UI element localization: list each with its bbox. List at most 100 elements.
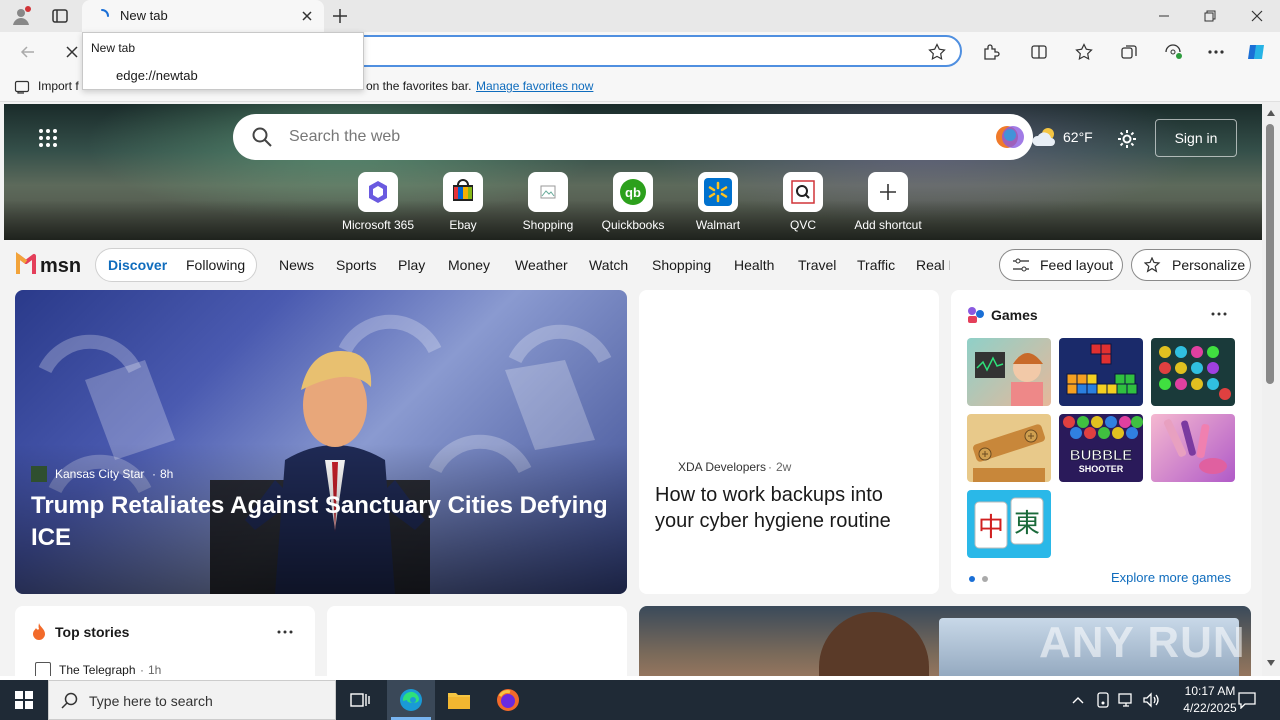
taskbar-search-box[interactable]: Type here to search	[48, 680, 336, 720]
xda-headline[interactable]: How to work backups into your cyber hygi…	[655, 482, 925, 534]
carousel-dot-active[interactable]	[969, 576, 975, 582]
task-view-icon[interactable]	[336, 680, 384, 720]
nav-weather[interactable]: Weather	[515, 257, 568, 273]
nav-watch[interactable]: Watch	[589, 257, 628, 273]
svg-text:msn: msn	[40, 255, 81, 277]
nav-traffic[interactable]: Traffic	[857, 257, 895, 273]
apps-launcher-icon[interactable]	[38, 128, 58, 148]
shortcut-qvc[interactable]: QVC	[760, 172, 846, 232]
shortcut-shopping[interactable]: Shopping	[505, 172, 591, 232]
nav-money[interactable]: Money	[448, 257, 490, 273]
main-story-card[interactable]: Kansas City Star · 8h Trump Retaliates A…	[15, 290, 627, 594]
bottom-story-card[interactable]: ANY RUN	[639, 606, 1251, 676]
more-options-icon[interactable]	[1204, 40, 1228, 64]
taskbar-search-placeholder: Type here to search	[89, 693, 213, 709]
notifications-icon[interactable]	[1238, 691, 1256, 709]
manage-favorites-link[interactable]: Manage favorites now	[476, 79, 593, 93]
personalize-label: Personalize	[1172, 257, 1246, 273]
microsoft365-icon	[358, 172, 398, 212]
feed-layout-button[interactable]: Feed layout	[999, 249, 1123, 281]
top-stories-title[interactable]: Top stories	[55, 624, 129, 640]
copilot-search-icon[interactable]	[995, 123, 1025, 151]
shortcut-ebay[interactable]: Ebay	[420, 172, 506, 232]
game-tile-wood-screw[interactable]	[967, 414, 1051, 482]
scrollbar-thumb[interactable]	[1266, 124, 1274, 384]
plus-icon	[868, 172, 908, 212]
game-tile-doctor[interactable]	[967, 338, 1051, 406]
shopping-icon	[528, 172, 568, 212]
start-button[interactable]	[0, 680, 48, 720]
msn-logo[interactable]: msn	[16, 250, 82, 278]
weather-temp[interactable]: 62°F	[1063, 129, 1093, 145]
suggestion-url[interactable]: edge://newtab	[116, 68, 198, 83]
import-favorites-label[interactable]: Import f	[38, 79, 79, 93]
edge-taskbar-icon[interactable]	[387, 680, 435, 720]
profile-icon[interactable]	[10, 5, 32, 27]
nav-health[interactable]: Health	[734, 257, 774, 273]
xda-source[interactable]: XDA Developers	[678, 460, 766, 474]
close-tab-icon[interactable]	[300, 9, 314, 23]
copilot-icon[interactable]	[1245, 40, 1269, 64]
shortcut-walmart[interactable]: Walmart	[675, 172, 761, 232]
shortcut-microsoft365[interactable]: Microsoft 365	[335, 172, 421, 232]
network-icon[interactable]	[1118, 692, 1136, 708]
scroll-up-arrow-icon[interactable]	[1267, 110, 1275, 116]
new-tab-button[interactable]	[330, 6, 350, 26]
tab-title: New tab	[120, 8, 168, 23]
story-source[interactable]: Kansas City Star	[55, 467, 144, 481]
minimize-button[interactable]	[1141, 0, 1187, 32]
games-more-icon[interactable]	[1211, 312, 1227, 316]
xda-story-card[interactable]: XDA Developers · 2w How to work backups …	[639, 290, 939, 594]
shortcut-label: QVC	[789, 218, 816, 232]
tab-following[interactable]: Following	[186, 257, 245, 273]
nav-sports[interactable]: Sports	[336, 257, 376, 273]
nav-shopping[interactable]: Shopping	[652, 257, 711, 273]
sign-in-button[interactable]: Sign in	[1155, 119, 1237, 157]
game-tile-jewels[interactable]	[1151, 338, 1235, 406]
game-tile-makeup[interactable]	[1151, 414, 1235, 482]
scroll-down-arrow-icon[interactable]	[1267, 660, 1275, 666]
nav-play[interactable]: Play	[398, 257, 425, 273]
carousel-dot[interactable]	[982, 576, 988, 582]
stop-loading-icon[interactable]	[60, 40, 84, 64]
shortcut-quickbooks[interactable]: qb Quickbooks	[590, 172, 676, 232]
collections-icon[interactable]	[1117, 40, 1141, 64]
tab-new-tab[interactable]: New tab	[82, 0, 324, 32]
web-search-box[interactable]: Search the web	[233, 114, 1033, 160]
back-arrow-icon[interactable]	[16, 40, 40, 64]
volume-icon[interactable]	[1142, 692, 1160, 708]
nav-travel[interactable]: Travel	[798, 257, 836, 273]
game-tile-bubble-shooter[interactable]: BUBBLE SHOOTER	[1059, 414, 1143, 482]
story-headline[interactable]: Trump Retaliates Against Sanctuary Citie…	[31, 490, 611, 554]
games-title[interactable]: Games	[991, 307, 1038, 323]
shortcut-add[interactable]: Add shortcut	[845, 172, 931, 232]
tab-discover[interactable]: Discover	[108, 257, 167, 273]
tab-actions-icon[interactable]	[50, 6, 70, 26]
game-tile-mahjong[interactable]: 中 東	[967, 490, 1051, 558]
page-scrollbar[interactable]	[1262, 102, 1280, 676]
performance-icon[interactable]	[1161, 40, 1185, 64]
game-tile-block-puzzle[interactable]	[1059, 338, 1143, 406]
personalize-button[interactable]: Personalize	[1131, 249, 1251, 281]
favorite-star-icon[interactable]	[928, 43, 946, 61]
nav-news[interactable]: News	[279, 257, 314, 273]
telegraph-time: 1h	[148, 663, 162, 676]
weather-cloud-icon[interactable]	[1031, 126, 1059, 148]
device-icon[interactable]	[1096, 692, 1110, 708]
show-hidden-icons-chevron-icon[interactable]	[1071, 693, 1085, 707]
split-screen-icon[interactable]	[1027, 40, 1051, 64]
restore-button[interactable]	[1187, 0, 1233, 32]
firefox-icon[interactable]	[484, 680, 532, 720]
extensions-icon[interactable]	[979, 40, 1003, 64]
close-window-button[interactable]	[1234, 0, 1280, 32]
top-stories-more-icon[interactable]	[277, 630, 293, 634]
personalize-star-icon	[1144, 257, 1162, 273]
favorites-icon[interactable]	[1072, 40, 1096, 64]
file-explorer-icon[interactable]	[435, 680, 483, 720]
explore-more-games-link[interactable]: Explore more games	[1111, 570, 1231, 585]
telegraph-source[interactable]: The Telegraph	[59, 663, 136, 676]
settings-gear-icon[interactable]	[1116, 128, 1138, 150]
nav-real-estate[interactable]: Real E	[916, 257, 950, 273]
favbar-message: on the favorites bar.	[366, 79, 472, 93]
svg-text:qb: qb	[625, 185, 641, 200]
